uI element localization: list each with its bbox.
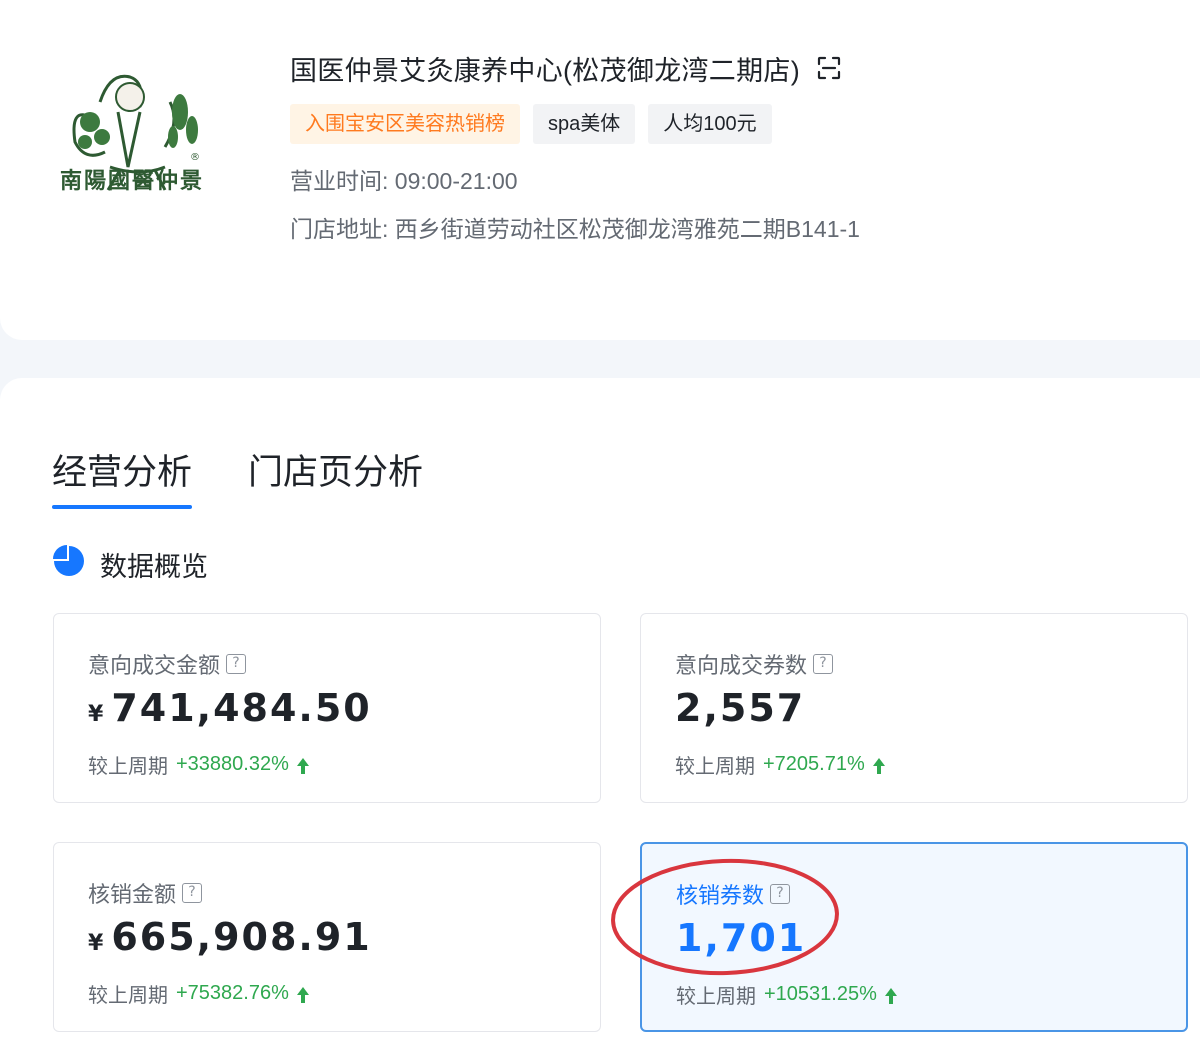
scan-icon[interactable] <box>816 55 842 81</box>
metric-label-row: 核销券数 ? <box>676 878 791 910</box>
metric-card-redeemed-amount[interactable]: 核销金额 ? ¥ 665,908.91 较上周期 +75382.76% <box>53 842 601 1032</box>
compare-delta: +7205.71% <box>763 753 865 775</box>
pie-chart-icon <box>52 544 86 585</box>
store-logo-image: ® 南陽國醫仲景 <box>60 74 204 194</box>
metric-value: 2,557 <box>675 686 806 730</box>
metric-value: 665,908.91 <box>111 915 372 959</box>
arrow-up-icon <box>884 987 897 1004</box>
store-address: 门店地址: 西乡街道劳动社区松茂御龙湾雅苑二期B141-1 <box>290 210 860 244</box>
metric-card-redeemed-vouchers[interactable]: 核销券数 ? 1,701 较上周期 +10531.25% <box>640 842 1188 1032</box>
business-hours: 营业时间: 09:00-21:00 <box>290 162 518 196</box>
metric-value-row: 2,557 <box>675 686 805 730</box>
tab-store-page-analysis[interactable]: 门店页分析 <box>248 444 423 505</box>
question-icon[interactable]: ? <box>813 654 834 674</box>
metric-compare-row: 较上周期 +7205.71% <box>675 750 885 779</box>
tag-hot-ranking[interactable]: 入围宝安区美容热销榜 <box>290 104 520 144</box>
section-header: 数据概览 <box>52 544 208 585</box>
compare-label: 较上周期 <box>676 986 756 1008</box>
metric-label: 核销券数 <box>676 883 765 908</box>
metric-label-row: 意向成交券数 ? <box>675 648 834 680</box>
currency-symbol: ¥ <box>88 931 106 956</box>
arrow-up-icon <box>872 757 885 774</box>
metric-label: 意向成交券数 <box>675 653 808 678</box>
metric-value: 741,484.50 <box>111 686 372 730</box>
metric-card-intended-amount[interactable]: 意向成交金额 ? ¥ 741,484.50 较上周期 +33880.32% <box>53 613 601 803</box>
metric-compare-row: 较上周期 +75382.76% <box>88 979 309 1008</box>
question-icon[interactable]: ? <box>770 884 791 904</box>
tab-business-analysis[interactable]: 经营分析 <box>52 444 193 509</box>
tag-avg-price: 人均100元 <box>648 104 772 144</box>
metric-label: 核销金额 <box>88 882 177 907</box>
store-name-row: 国医仲景艾灸康养中心(松茂御龙湾二期店) <box>290 48 842 88</box>
arrow-up-icon <box>296 757 309 774</box>
currency-symbol: ¥ <box>88 702 106 727</box>
tag-category: spa美体 <box>533 104 636 144</box>
metric-value: 1,701 <box>676 916 807 960</box>
store-name: 国医仲景艾灸康养中心(松茂御龙湾二期店) <box>290 55 800 86</box>
metric-value-row: ¥ 741,484.50 <box>88 686 372 730</box>
arrow-up-icon <box>296 986 309 1003</box>
metric-value-row: ¥ 665,908.91 <box>88 915 372 959</box>
svg-text:®: ® <box>190 152 200 163</box>
store-address-label: 门店地址: <box>290 216 389 242</box>
analysis-tabs: 经营分析 门店页分析 <box>52 444 423 509</box>
store-header-card: ® 南陽國醫仲景 国医仲景艾灸康养中心(松茂御龙湾二期店) 入围宝安区美容热销榜… <box>0 0 1200 340</box>
store-logo: ® 南陽國醫仲景 <box>30 42 240 257</box>
store-address-value: 西乡街道劳动社区松茂御龙湾雅苑二期B141-1 <box>394 216 860 242</box>
metric-label: 意向成交金额 <box>88 653 221 678</box>
compare-delta: +10531.25% <box>764 983 877 1005</box>
metric-label-row: 核销金额 ? <box>88 877 203 909</box>
business-hours-value: 09:00-21:00 <box>394 168 518 194</box>
section-title: 数据概览 <box>100 552 208 582</box>
business-hours-label: 营业时间: <box>290 168 389 194</box>
compare-delta: +33880.32% <box>176 753 289 775</box>
store-tags: 入围宝安区美容热销榜 spa美体 人均100元 <box>290 104 772 144</box>
question-icon[interactable]: ? <box>226 654 247 674</box>
compare-label: 较上周期 <box>88 756 168 778</box>
metric-label-row: 意向成交金额 ? <box>88 648 247 680</box>
metric-card-intended-vouchers[interactable]: 意向成交券数 ? 2,557 较上周期 +7205.71% <box>640 613 1188 803</box>
compare-delta: +75382.76% <box>176 982 289 1004</box>
compare-label: 较上周期 <box>88 985 168 1007</box>
svg-text:南陽國醫仲景: 南陽國醫仲景 <box>60 168 204 194</box>
metric-compare-row: 较上周期 +10531.25% <box>676 980 897 1009</box>
metric-compare-row: 较上周期 +33880.32% <box>88 750 309 779</box>
compare-label: 较上周期 <box>675 756 755 778</box>
metric-value-row: 1,701 <box>676 916 806 960</box>
question-icon[interactable]: ? <box>182 883 203 903</box>
